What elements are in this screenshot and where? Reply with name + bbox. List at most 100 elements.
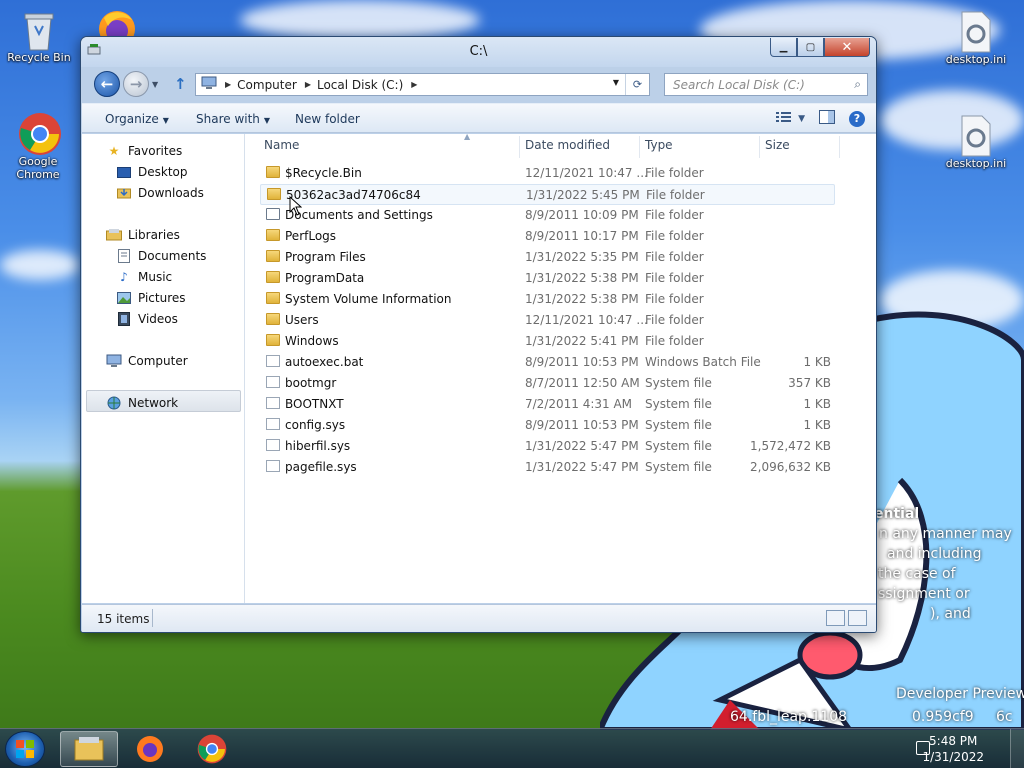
watermark-line: ential <box>874 506 920 522</box>
navigation-pane[interactable]: ★ Favorites Desktop Downloads Libraries D… <box>82 134 245 603</box>
share-with-button[interactable]: Share with ▼ <box>196 112 270 126</box>
file-type: File folder <box>645 166 704 180</box>
start-button[interactable] <box>5 731 45 767</box>
file-size: 1 KB <box>803 397 831 411</box>
title-bar[interactable]: C:\ ▁ ▢ ✕ <box>81 37 876 67</box>
nav-item-libraries[interactable]: Libraries <box>106 228 180 242</box>
nav-item-favorites[interactable]: ★ Favorites <box>106 144 183 158</box>
file-row[interactable]: Documents and Settings 8/9/2011 10:09 PM F… <box>260 205 835 226</box>
file-type: File folder <box>645 313 704 327</box>
file-row[interactable]: Users 12/11/2021 10:47 ... File folder <box>260 310 835 331</box>
breadcrumb-arrow-icon[interactable]: ▶ <box>225 80 231 89</box>
new-folder-button[interactable]: New folder <box>295 112 360 126</box>
address-bar[interactable]: ▶ Computer ▶ Local Disk (C:) ▶ ▼ ⟳ <box>195 73 650 96</box>
nav-item-desktop[interactable]: Desktop <box>116 165 188 179</box>
network-icon <box>106 396 122 410</box>
taskbar-chrome[interactable] <box>183 731 241 767</box>
file-name: config.sys <box>285 418 346 432</box>
arrow-right-icon: → <box>129 75 143 93</box>
desktop-icon-google-chrome[interactable]: Google Chrome <box>0 112 76 181</box>
show-desktop-button[interactable] <box>1010 729 1024 768</box>
file-list[interactable]: Name ▲ Date modified Type Size $Recycle.… <box>246 132 876 603</box>
forward-button[interactable]: → <box>123 71 149 97</box>
desktop-icon-recycle-bin[interactable]: Recycle Bin <box>1 8 77 64</box>
file-row[interactable]: pagefile.sys 1/31/2022 5:47 PM System file… <box>260 457 835 478</box>
maximize-button[interactable]: ▢ <box>797 38 824 57</box>
desktop-icon-desktop-ini[interactable]: desktop.ini <box>938 10 1014 66</box>
file-row[interactable]: bootmgr 8/7/2011 12:50 AM System file 357 K… <box>260 373 835 394</box>
breadcrumb-arrow-icon[interactable]: ▶ <box>411 80 417 89</box>
pictures-icon <box>116 291 132 305</box>
file-date: 8/9/2011 10:09 PM <box>525 208 639 222</box>
nav-label: Downloads <box>138 186 204 200</box>
column-divider[interactable] <box>639 136 640 158</box>
settings-file-icon <box>956 10 996 53</box>
file-row[interactable]: ProgramData 1/31/2022 5:38 PM File folder <box>260 268 835 289</box>
breadcrumb-local-disk[interactable]: Local Disk (C:) <box>317 78 403 92</box>
folder-icon <box>266 250 280 262</box>
search-input[interactable]: Search Local Disk (C:) ⌕ <box>664 73 868 96</box>
file-row[interactable]: hiberfil.sys 1/31/2022 5:47 PM System file… <box>260 436 835 457</box>
windows-logo-icon <box>16 740 34 758</box>
file-row[interactable]: $Recycle.Bin 12/11/2021 10:47 ... File fol… <box>260 163 835 184</box>
refresh-button[interactable]: ⟳ <box>625 74 649 95</box>
large-icons-view-button[interactable] <box>848 610 867 626</box>
file-row[interactable]: System Volume Information 1/31/2022 5:38 … <box>260 289 835 310</box>
column-header-size[interactable]: Size <box>765 138 790 152</box>
nav-label: Favorites <box>128 144 183 158</box>
column-header-name[interactable]: Name <box>264 138 299 152</box>
file-date: 8/7/2011 12:50 AM <box>525 376 640 390</box>
address-dropdown-icon[interactable]: ▼ <box>613 78 619 87</box>
column-divider[interactable] <box>839 136 840 158</box>
preview-pane-button[interactable] <box>819 110 835 127</box>
search-placeholder: Search Local Disk (C:) <box>673 77 805 92</box>
organize-button[interactable]: Organize ▼ <box>105 112 169 126</box>
file-row[interactable]: PerfLogs 8/9/2011 10:17 PM File folder <box>260 226 835 247</box>
file-row[interactable]: config.sys 8/9/2011 10:53 PM System file 1 … <box>260 415 835 436</box>
nav-item-music[interactable]: ♪ Music <box>116 270 172 284</box>
nav-item-documents[interactable]: Documents <box>116 249 206 263</box>
taskbar-firefox[interactable] <box>121 731 179 767</box>
breadcrumb-arrow-icon[interactable]: ▶ <box>305 80 311 89</box>
nav-item-network[interactable]: Network <box>106 396 178 410</box>
watermark-line: Developer Preview <box>896 686 1024 702</box>
watermark-line: 64.fbl_leap.1108 <box>730 709 848 725</box>
system-clock[interactable]: 5:48 PM 1/31/2022 <box>922 733 984 765</box>
sort-ascending-icon: ▲ <box>464 132 471 141</box>
file-size: 1,572,472 KB <box>750 439 831 453</box>
nav-item-pictures[interactable]: Pictures <box>116 291 186 305</box>
minimize-button[interactable]: ▁ <box>770 38 797 57</box>
details-view-button[interactable] <box>826 610 845 626</box>
file-type: System file <box>645 439 712 453</box>
up-folder-button[interactable]: ↑ <box>174 75 187 93</box>
change-view-button[interactable] <box>776 111 792 126</box>
documents-icon <box>116 249 132 263</box>
new-folder-label: New folder <box>295 112 360 126</box>
breadcrumb-computer[interactable]: Computer <box>237 78 297 92</box>
file-row[interactable]: Program Files 1/31/2022 5:35 PM File folde… <box>260 247 835 268</box>
recent-pages-button[interactable]: ▼ <box>152 80 158 89</box>
desktop-icon-desktop-ini[interactable]: desktop.ini <box>938 114 1014 170</box>
column-header-date[interactable]: Date modified <box>525 138 610 152</box>
explorer-window[interactable]: C:\ ▁ ▢ ✕ ← → ▼ ↑ ▶ Computer ▶ Local Dis… <box>80 36 877 633</box>
chrome-icon <box>197 734 227 764</box>
file-row[interactable]: 50362ac3ad74706c84 1/31/2022 5:45 PM File … <box>260 184 835 205</box>
close-button[interactable]: ✕ <box>824 38 870 57</box>
column-divider[interactable] <box>759 136 760 158</box>
nav-item-computer[interactable]: Computer <box>106 354 188 368</box>
file-row[interactable]: autoexec.bat 8/9/2011 10:53 PM Windows Bat… <box>260 352 835 373</box>
file-size: 2,096,632 KB <box>750 460 831 474</box>
view-options-icon[interactable]: ▼ <box>798 114 805 124</box>
chevron-down-icon: ▼ <box>162 116 169 125</box>
nav-item-videos[interactable]: Videos <box>116 312 178 326</box>
column-header-type[interactable]: Type <box>645 138 673 152</box>
file-type: File folder <box>645 271 704 285</box>
nav-item-downloads[interactable]: Downloads <box>116 186 204 200</box>
column-divider[interactable] <box>519 136 520 158</box>
file-row[interactable]: BOOTNXT 7/2/2011 4:31 AM System file 1 KB <box>260 394 835 415</box>
file-row[interactable]: Windows 1/31/2022 5:41 PM File folder <box>260 331 835 352</box>
back-button[interactable]: ← <box>94 71 120 97</box>
taskbar-explorer[interactable] <box>60 731 118 767</box>
folder-icon <box>266 166 280 178</box>
help-button[interactable]: ? <box>849 110 865 127</box>
